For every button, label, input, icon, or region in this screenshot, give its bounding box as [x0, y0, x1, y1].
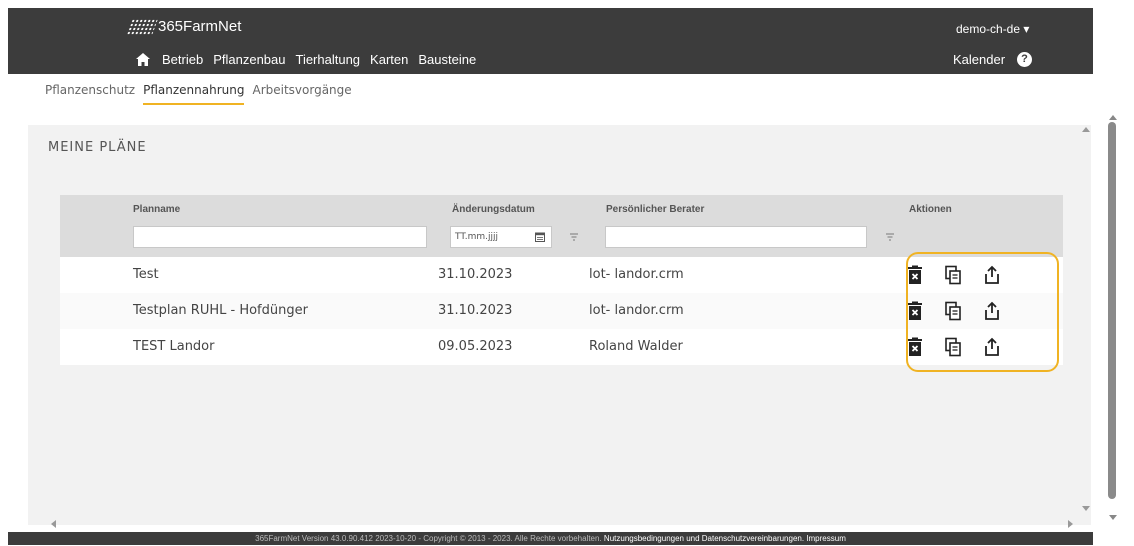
tab-pflanzennahrung[interactable]: Pflanzennahrung — [143, 83, 245, 105]
page-title: MEINE PLÄNE — [48, 140, 147, 155]
plan-advisor: Roland Walder — [589, 339, 683, 354]
planname-filter-input[interactable] — [133, 226, 427, 248]
plan-name[interactable]: TEST Landor — [133, 339, 214, 354]
panel-scroll-left-icon[interactable] — [50, 520, 56, 528]
panel-scroll-down-icon[interactable] — [1082, 506, 1090, 512]
sub-tabs: Pflanzenschutz Pflanzennahrung Arbeitsvo… — [45, 83, 360, 105]
date-placeholder: TT.mm.jjjj — [455, 232, 499, 242]
actions-highlight — [906, 252, 1059, 372]
calendar-link[interactable]: Kalender — [953, 52, 1005, 67]
plan-date: 31.10.2023 — [438, 303, 513, 318]
column-berater[interactable]: Persönlicher Berater — [606, 204, 704, 215]
table-header: Planname Änderungsdatum Persönlicher Ber… — [60, 195, 1063, 257]
plan-date: 31.10.2023 — [438, 267, 513, 282]
plan-name[interactable]: Test — [133, 267, 159, 282]
column-aenderungsdatum[interactable]: Änderungsdatum — [452, 204, 535, 215]
nav-bausteine[interactable]: Bausteine — [418, 52, 476, 67]
plan-advisor: lot- landor.crm — [589, 267, 684, 282]
calendar-area: Kalender ? — [953, 52, 1033, 67]
calendar-icon[interactable] — [535, 232, 545, 242]
footer-links[interactable]: Nutzungsbedingungen und Datenschutzverei… — [604, 534, 846, 543]
tab-arbeitsvorgaenge[interactable]: Arbeitsvorgänge — [252, 83, 351, 105]
help-icon[interactable]: ? — [1017, 52, 1033, 67]
nav-karten[interactable]: Karten — [370, 52, 408, 67]
footer: 365FarmNet Version 43.0.90.412 2023-10-2… — [8, 532, 1093, 545]
scroll-up-icon[interactable] — [1109, 114, 1117, 120]
nav-tierhaltung[interactable]: Tierhaltung — [295, 52, 360, 67]
user-menu[interactable]: demo-ch-de ▾ — [956, 22, 1029, 36]
scroll-down-icon[interactable] — [1109, 515, 1117, 521]
footer-copyright: 365FarmNet Version 43.0.90.412 2023-10-2… — [255, 534, 602, 543]
farm-logo-icon — [126, 18, 158, 35]
plan-date: 09.05.2023 — [438, 339, 513, 354]
date-filter-input[interactable]: TT.mm.jjjj — [450, 226, 552, 248]
column-aktionen: Aktionen — [909, 204, 952, 215]
nav-betrieb[interactable]: Betrieb — [162, 52, 203, 67]
tab-pflanzenschutz[interactable]: Pflanzenschutz — [45, 83, 135, 105]
plan-advisor: lot- landor.crm — [589, 303, 684, 318]
plan-name[interactable]: Testplan RUHL - Hofdünger — [133, 303, 308, 318]
column-planname[interactable]: Planname — [133, 204, 180, 215]
advisor-filter-input[interactable] — [605, 226, 867, 248]
nav-pflanzenbau[interactable]: Pflanzenbau — [213, 52, 285, 67]
home-icon[interactable] — [136, 53, 150, 66]
brand-logo[interactable]: 365FarmNet — [126, 18, 242, 35]
filter-icon[interactable] — [569, 232, 579, 242]
main-nav: Betrieb Pflanzenbau Tierhaltung Karten B… — [136, 52, 486, 67]
panel-scroll-up-icon[interactable] — [1082, 126, 1090, 132]
vertical-scrollbar[interactable] — [1108, 122, 1116, 499]
filter-icon[interactable] — [885, 232, 895, 242]
top-bar: 365FarmNet demo-ch-de ▾ Betrieb Pflanzen… — [8, 8, 1093, 74]
brand-name: 365FarmNet — [158, 18, 242, 35]
panel-scroll-right-icon[interactable] — [1068, 520, 1074, 528]
